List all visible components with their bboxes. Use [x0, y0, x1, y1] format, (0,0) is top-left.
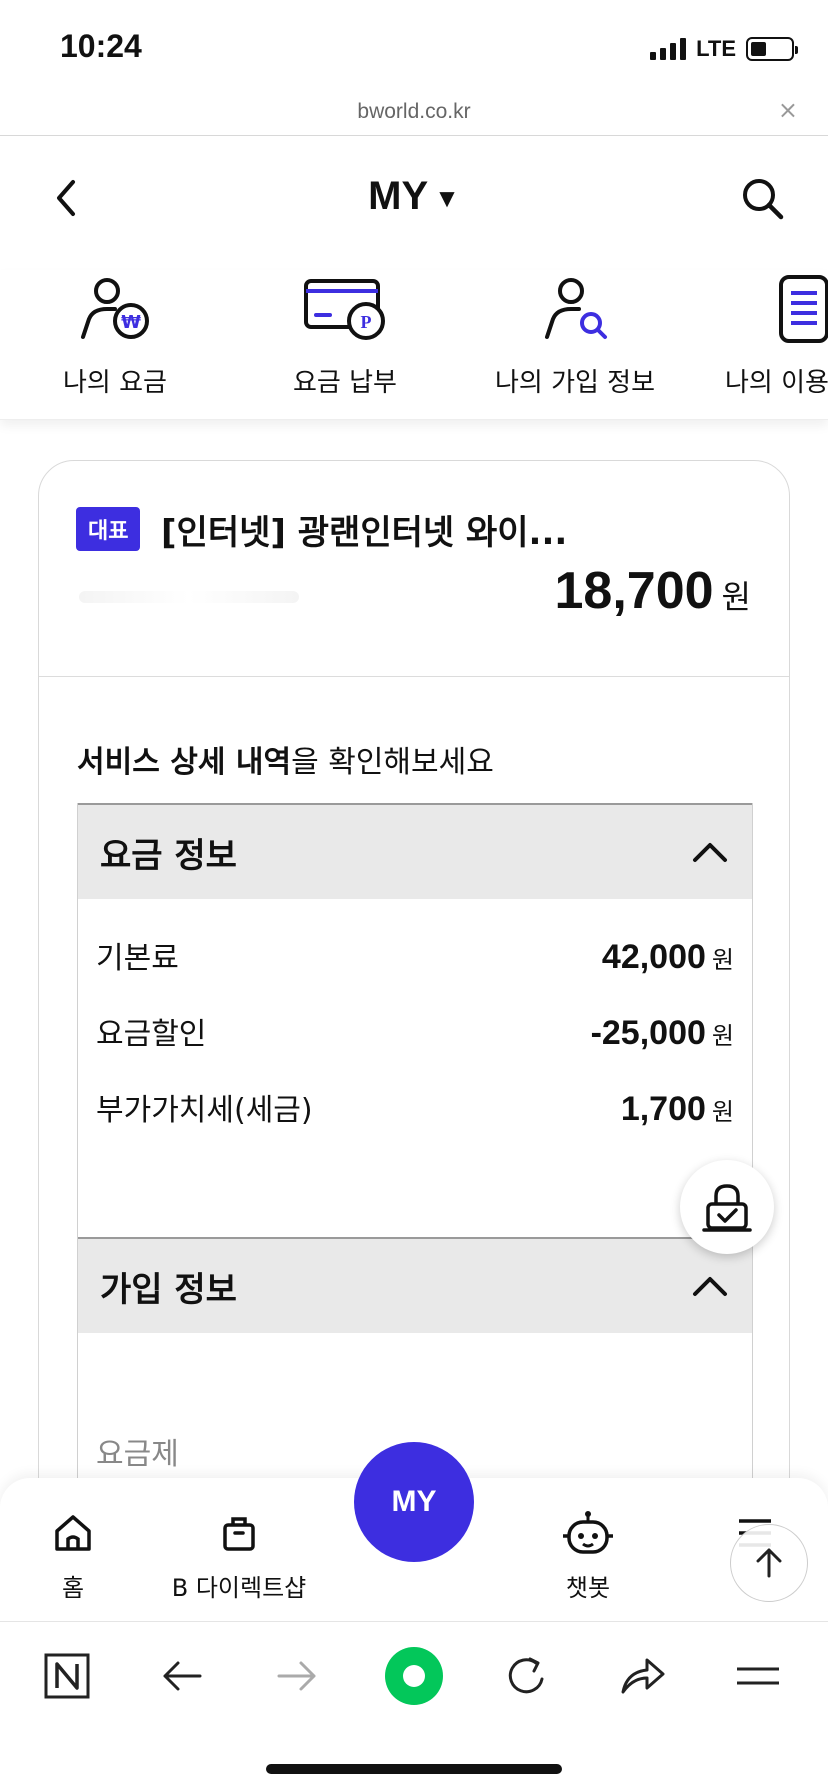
- section-title: 요금 정보: [100, 835, 237, 876]
- lock-icon: [702, 1184, 752, 1232]
- url-bar[interactable]: bworld.co.kr ×: [0, 94, 828, 136]
- search-button[interactable]: [738, 174, 788, 224]
- naver-home-button[interactable]: [37, 1646, 97, 1706]
- quick-menu-label: 나의 이용: [725, 368, 828, 398]
- arrow-right-icon: [277, 1661, 316, 1691]
- status-time: 10:24: [60, 28, 142, 64]
- quick-menu-label: 나의 요금: [63, 368, 167, 398]
- home-indicator: [266, 1764, 562, 1774]
- search-icon: [743, 179, 784, 220]
- url-domain: bworld.co.kr: [357, 100, 471, 123]
- battery-icon: [746, 37, 798, 61]
- amount-value: 18,700: [554, 562, 714, 620]
- svg-text:₩: ₩: [121, 312, 141, 333]
- signal-icon: [650, 38, 687, 60]
- nav-direct-shop[interactable]: B 다이렉트샵: [159, 1508, 319, 1603]
- scroll-to-top-button[interactable]: [730, 1524, 808, 1602]
- nav-chatbot[interactable]: 챗봇: [508, 1508, 668, 1603]
- status-bar: 10:24 LTE: [0, 0, 828, 100]
- fee-row: 기본료 42,000 원: [78, 933, 752, 1009]
- service-summary[interactable]: 대표 [인터넷] 광랜인터넷 와이... 18,700 원: [39, 461, 789, 677]
- browser-menu-button[interactable]: [728, 1646, 788, 1706]
- subscription-info-icon: [545, 278, 607, 339]
- fee-info-header[interactable]: 요금 정보: [78, 803, 752, 899]
- close-icon[interactable]: ×: [778, 96, 798, 124]
- naver-green-button[interactable]: [384, 1646, 444, 1706]
- detail-heading: 서비스 상세 내역을 확인해보세요: [77, 737, 494, 781]
- usage-list-icon: [779, 275, 828, 343]
- subscription-info-header[interactable]: 가입 정보: [78, 1237, 752, 1333]
- share-icon: [621, 1658, 665, 1694]
- chatbot-icon: [563, 1511, 613, 1554]
- arrow-up-icon: [756, 1548, 782, 1578]
- masked-account: [79, 591, 299, 603]
- page-title[interactable]: MY ▼: [0, 174, 828, 219]
- browser-back-button[interactable]: [152, 1646, 212, 1706]
- section-title: 가입 정보: [100, 1269, 237, 1310]
- nav-label: 챗봇: [565, 1574, 611, 1602]
- home-icon: [55, 1515, 91, 1551]
- service-card: 대표 [인터넷] 광랜인터넷 와이... 18,700 원 서비스 상세 내역을…: [38, 460, 790, 1560]
- my-bill-icon: ₩: [81, 278, 149, 339]
- fee-unit: 원: [711, 1098, 734, 1126]
- browser-toolbar: [0, 1622, 828, 1732]
- battery-level: [751, 42, 767, 56]
- my-button[interactable]: MY: [354, 1442, 474, 1562]
- share-button[interactable]: [613, 1646, 673, 1706]
- fee-unit: 원: [711, 1022, 734, 1050]
- fee-row: 요금할인 -25,000 원: [78, 1009, 752, 1085]
- fee-value: 1,700: [620, 1090, 706, 1128]
- quick-menu-subscription-info[interactable]: 나의 가입 정보: [465, 270, 685, 399]
- lock-button[interactable]: [680, 1160, 774, 1254]
- quick-menu-label: 나의 가입 정보: [494, 368, 656, 398]
- fee-label: 부가가치세(세금): [96, 1093, 313, 1128]
- page-title-text: MY: [368, 174, 429, 218]
- nav-label: B 다이렉트샵: [171, 1574, 307, 1602]
- refresh-button[interactable]: [497, 1646, 557, 1706]
- total-amount: 18,700 원: [555, 561, 752, 621]
- quick-menu-label: 요금 납부: [293, 368, 397, 398]
- refresh-icon: [508, 1657, 544, 1694]
- fee-label: 요금할인: [96, 1017, 207, 1052]
- fee-row: 부가가치세(세금) 1,700 원: [78, 1085, 752, 1161]
- nav-home[interactable]: 홈: [0, 1508, 153, 1603]
- caret-down-icon: ▼: [434, 182, 460, 213]
- primary-badge: 대표: [76, 507, 141, 551]
- page-header: MY ▼: [0, 150, 828, 250]
- amount-unit: 원: [721, 578, 751, 616]
- naver-n-icon: [44, 1653, 90, 1699]
- plan-name: [인터넷] 광랜인터넷 와이...: [161, 513, 568, 553]
- status-indicators: LTE: [650, 36, 798, 62]
- shopping-bag-icon: [223, 1517, 255, 1551]
- hamburger-icon: [737, 1667, 779, 1685]
- fee-value: 42,000: [601, 938, 706, 976]
- quick-menu-bill-payment[interactable]: P 요금 납부: [235, 270, 455, 399]
- fee-info-section: 요금 정보 기본료 42,000 원 요금할인 -25,000 원 부가가치세(세금…: [77, 803, 753, 1243]
- chevron-up-icon[interactable]: [690, 832, 730, 872]
- fee-value: -25,000: [590, 1014, 706, 1052]
- arrow-left-icon: [163, 1661, 202, 1691]
- green-dot-icon: [385, 1647, 443, 1705]
- nav-label: 홈: [61, 1574, 85, 1602]
- fee-unit: 원: [711, 946, 734, 974]
- bill-payment-icon: P: [304, 279, 385, 340]
- quick-menu-usage[interactable]: 나의 이용: [695, 270, 828, 399]
- detail-heading-rest: 을 확인해보세요: [291, 745, 494, 780]
- browser-forward-button[interactable]: [267, 1646, 327, 1706]
- quick-menu-my-bill[interactable]: ₩ 나의 요금: [5, 270, 225, 399]
- fee-label: 기본료: [96, 941, 179, 976]
- detail-heading-bold: 서비스 상세 내역: [77, 745, 292, 780]
- quick-menu: ₩ 나의 요금 P 요금 납부 나의 가입 정보 나의 이용: [0, 270, 828, 420]
- chevron-up-icon[interactable]: [690, 1266, 730, 1306]
- network-type: LTE: [696, 36, 736, 61]
- svg-text:P: P: [361, 312, 372, 332]
